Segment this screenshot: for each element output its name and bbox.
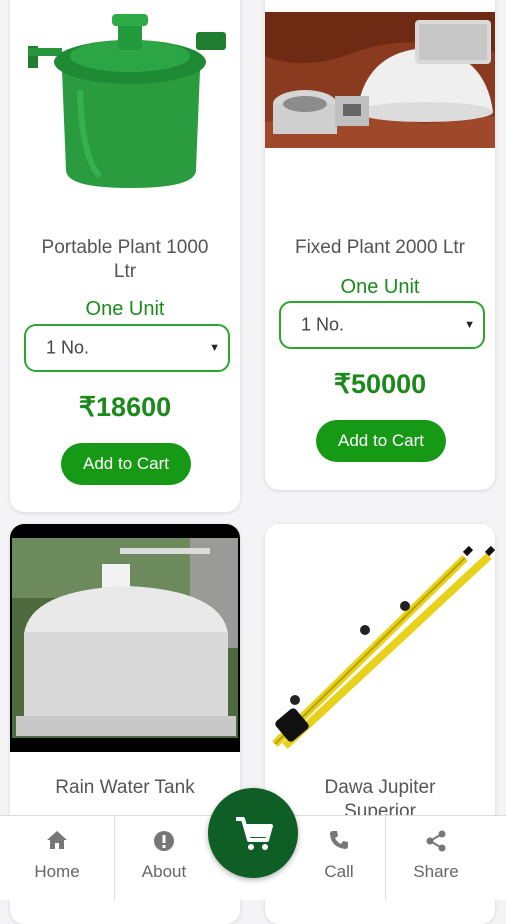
product-image-poles[interactable] — [265, 524, 495, 752]
quantity-select[interactable]: 1 No. ▼ — [279, 301, 485, 349]
add-to-cart-button[interactable]: Add to Cart — [316, 420, 446, 462]
nav-call-label: Call — [324, 862, 354, 881]
product-price: ₹18600 — [78, 392, 172, 422]
product-image-green-tank[interactable] — [10, 0, 240, 200]
product-title: Rain Water Tank — [55, 777, 195, 798]
nav-home[interactable]: Home — [0, 816, 114, 900]
nav-about[interactable]: About — [115, 816, 213, 900]
nav-about-label: About — [141, 862, 187, 881]
share-icon — [425, 830, 447, 857]
nav-call[interactable]: Call — [293, 816, 385, 900]
product-image-fixed-plant[interactable] — [265, 12, 495, 148]
quantity-select-value: 1 No. — [46, 337, 90, 358]
quantity-select[interactable]: 1 No. ▼ — [24, 324, 230, 372]
nav-share-label: Share — [413, 862, 459, 881]
quantity-select-value: 1 No. — [301, 314, 345, 335]
home-icon — [46, 830, 68, 855]
product-title: Portable Plant 1000 Ltr — [41, 237, 209, 282]
dropdown-arrow-icon: ▼ — [209, 342, 220, 354]
dropdown-arrow-icon: ▼ — [464, 319, 475, 331]
nav-home-label: Home — [34, 862, 80, 881]
info-icon — [153, 830, 175, 857]
nav-share[interactable]: Share — [386, 816, 486, 900]
add-to-cart-button[interactable]: Add to Cart — [61, 443, 191, 485]
product-card-portable-plant[interactable]: Portable Plant 1000 Ltr One Unit 1 No. ▼… — [10, 0, 240, 512]
product-card-fixed-plant[interactable]: Fixed Plant 2000 Ltr One Unit 1 No. ▼ ₹5… — [265, 0, 495, 490]
unit-label: One Unit — [340, 276, 420, 298]
cart-fab-button[interactable] — [208, 788, 298, 878]
product-image-rain-tank[interactable] — [10, 524, 240, 752]
product-title: Fixed Plant 2000 Ltr — [294, 237, 466, 258]
cart-icon — [234, 816, 274, 857]
product-price: ₹50000 — [333, 369, 427, 399]
unit-label: One Unit — [85, 298, 165, 320]
phone-icon — [329, 830, 349, 855]
